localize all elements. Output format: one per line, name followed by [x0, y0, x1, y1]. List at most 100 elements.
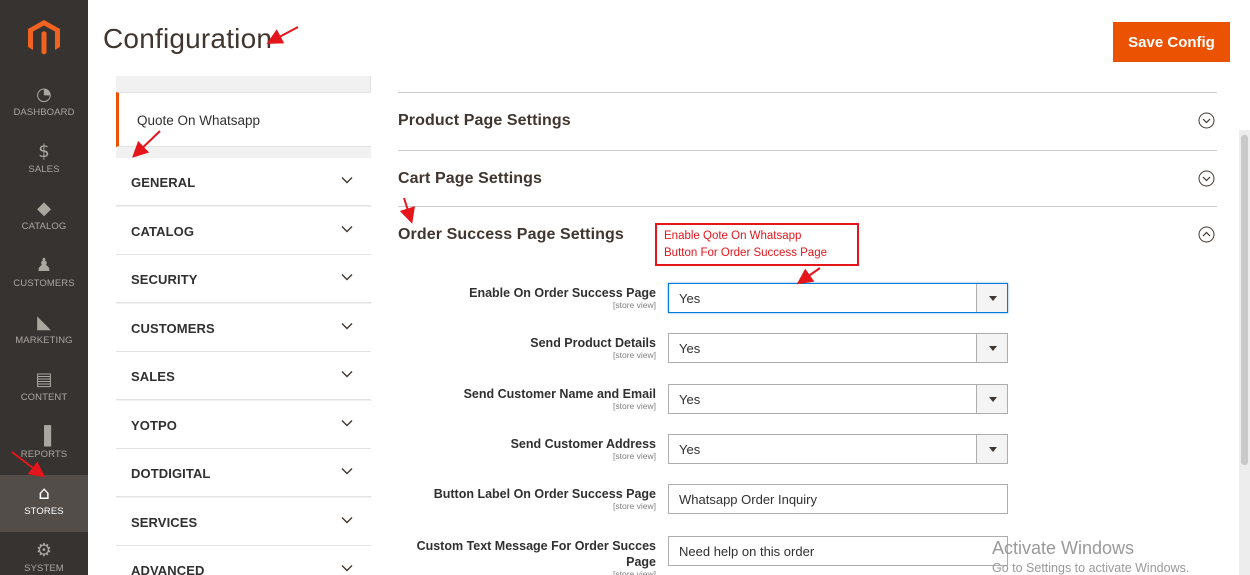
nav-item-sales[interactable]: $ SALES	[0, 133, 88, 190]
dropdown-arrow-icon[interactable]	[976, 385, 1007, 413]
nav-item-label: REPORTS	[20, 449, 68, 460]
select-send-customer-name-and-email[interactable]: Yes	[668, 384, 1008, 414]
nav-item-dashboard[interactable]: ◔ DASHBOARD	[0, 76, 88, 133]
dropdown-arrow-icon[interactable]	[976, 435, 1007, 463]
magento-logo-icon	[28, 20, 60, 55]
watermark-title: Activate Windows	[992, 538, 1135, 558]
tab-group-sales[interactable]: SALES	[116, 352, 371, 400]
megaphone-icon: ◣	[37, 312, 51, 333]
page-title: Configuration	[103, 23, 273, 54]
chevron-down-icon	[341, 322, 353, 329]
nav-item-label: CUSTOMERS	[13, 278, 75, 289]
section-title: Cart Page Settings	[398, 170, 543, 187]
tab-group-customers[interactable]: CUSTOMERS	[116, 303, 371, 352]
select-value: Yes	[679, 392, 701, 407]
arrow-callout	[796, 267, 821, 285]
nav-item-marketing[interactable]: ◣ MARKETING	[0, 304, 88, 361]
expand-circle-icon[interactable]	[1198, 112, 1215, 129]
section-product-page-settings[interactable]: Product Page Settings	[398, 92, 1217, 149]
input-value: Need help on this order	[679, 544, 815, 559]
collapse-circle-icon[interactable]	[1198, 226, 1215, 243]
select-value: Yes	[679, 291, 701, 306]
customers-person-icon: ♟	[35, 255, 53, 276]
windows-watermark: Activate Windows Go to Settings to activ…	[992, 538, 1189, 575]
dashboard-icon: ◔	[36, 84, 52, 105]
annotation-line-1: Enable Qote On Whatsapp	[664, 230, 802, 242]
field-row-custom-text-message-for-order-succes: Custom Text Message For Order Succes Page…	[398, 536, 1018, 575]
select-enable-on-order-success-page[interactable]: Yes	[668, 283, 1008, 313]
field-label: Enable On Order Success Page	[469, 286, 656, 300]
tab-group-services[interactable]: SERVICES	[116, 497, 371, 546]
annotation-line-2: Button For Order Success Page	[664, 247, 827, 259]
content-layout-icon: ▤	[35, 369, 53, 390]
nav-item-reports[interactable]: ▐ REPORTS	[0, 418, 88, 475]
field-label: Custom Text Message For Order Succes	[416, 539, 656, 553]
nav-item-label: CONTENT	[20, 392, 68, 403]
chevron-down-icon	[341, 274, 353, 281]
admin-sidebar: ◔ DASHBOARD $ SALES ◆ CATALOG ♟ CUSTOMERS ◣ MARKE…	[0, 0, 88, 575]
tab-group-label: GENERAL	[131, 175, 196, 190]
field-label: Send Customer Address	[510, 437, 656, 451]
watermark-subtitle: Go to Settings to activate Windows.	[992, 561, 1190, 575]
chevron-down-icon	[341, 468, 353, 475]
field-scope: [store view]	[613, 401, 656, 411]
section-cart-page-settings[interactable]: Cart Page Settings	[398, 150, 1217, 207]
nav-item-catalog[interactable]: ◆ CATALOG	[0, 190, 88, 247]
select-value: Yes	[679, 442, 701, 457]
select-send-customer-address[interactable]: Yes	[668, 434, 1008, 464]
tabs-separator	[116, 147, 371, 157]
dropdown-arrow-icon[interactable]	[976, 284, 1007, 312]
tab-group-yotpo[interactable]: YOTPO	[116, 400, 371, 449]
input-button-label-on-order-success-page[interactable]: Whatsapp Order Inquiry	[668, 484, 1008, 514]
nav-item-label: SALES	[28, 164, 60, 175]
nav-item-label: DASHBOARD	[13, 107, 75, 118]
input-custom-text-message-for-order-succes[interactable]: Need help on this order	[668, 536, 1008, 566]
tab-group-advanced[interactable]: ADVANCED	[116, 546, 371, 575]
chevron-down-icon	[341, 177, 353, 184]
store-icon: ⌂	[38, 483, 50, 504]
tab-group-general[interactable]: GENERAL	[116, 158, 371, 206]
nav-item-system[interactable]: ⚙ SYSTEM	[0, 532, 88, 575]
select-send-product-details[interactable]: Yes	[668, 333, 1008, 363]
tab-quote-on-whatsapp[interactable]: Quote On Whatsapp	[116, 92, 371, 147]
tab-group-dotdigital[interactable]: DOTDIGITAL	[116, 449, 371, 497]
nav-item-stores[interactable]: ⌂ STORES	[0, 475, 88, 532]
tab-group-label: SERVICES	[131, 514, 198, 530]
expand-circle-icon[interactable]	[1198, 170, 1215, 187]
field-scope: [store view]	[613, 300, 656, 310]
page-scrollbar-thumb[interactable]	[1241, 135, 1248, 465]
field-row-send-product-details: Send Product Details [store view] Yes	[398, 333, 1018, 373]
tab-group-label: ADVANCED	[131, 563, 205, 575]
field-row-send-customer-name-and-email: Send Customer Name and Email [store view]…	[398, 384, 1018, 424]
tab-group-label: CUSTOMERS	[131, 320, 215, 336]
field-label: Send Customer Name and Email	[463, 387, 656, 401]
arrow-title	[266, 26, 299, 44]
catalog-box-icon: ◆	[37, 198, 51, 219]
tab-group-catalog[interactable]: CATALOG	[116, 206, 371, 255]
tab-quote-on-whatsapp-label: Quote On Whatsapp	[137, 113, 261, 128]
input-value: Whatsapp Order Inquiry	[679, 492, 818, 507]
section-title: Product Page Settings	[398, 112, 571, 129]
field-row-send-customer-address: Send Customer Address [store view] Yes	[398, 434, 1018, 474]
field-scope: [store view]	[613, 569, 656, 575]
magento-logo[interactable]	[0, 0, 88, 76]
field-row-button-label-on-order-success-page: Button Label On Order Success Page [store…	[398, 484, 1018, 524]
chevron-down-icon	[341, 371, 353, 378]
save-config-button[interactable]: Save Config	[1113, 22, 1230, 62]
field-scope: [store view]	[613, 501, 656, 511]
dropdown-arrow-icon[interactable]	[976, 334, 1007, 362]
section-title: Order Success Page Settings	[398, 226, 624, 243]
field-scope: [store view]	[613, 350, 656, 360]
field-label: Button Label On Order Success Page	[433, 487, 656, 501]
tab-group-label: CATALOG	[131, 223, 195, 239]
field-label: Send Product Details	[530, 336, 656, 350]
nav-item-content[interactable]: ▤ CONTENT	[0, 361, 88, 418]
chevron-down-icon	[341, 516, 353, 523]
annotation-callout: Enable Qote On Whatsapp Button For Order…	[655, 223, 859, 266]
nav-item-label: MARKETING	[15, 335, 73, 346]
field-row-enable-on-order-success-page: Enable On Order Success Page [store view]…	[398, 283, 1018, 323]
nav-item-customers[interactable]: ♟ CUSTOMERS	[0, 247, 88, 304]
tab-group-security[interactable]: SECURITY	[116, 255, 371, 303]
field-scope: [store view]	[613, 451, 656, 461]
chevron-down-icon	[341, 565, 353, 572]
